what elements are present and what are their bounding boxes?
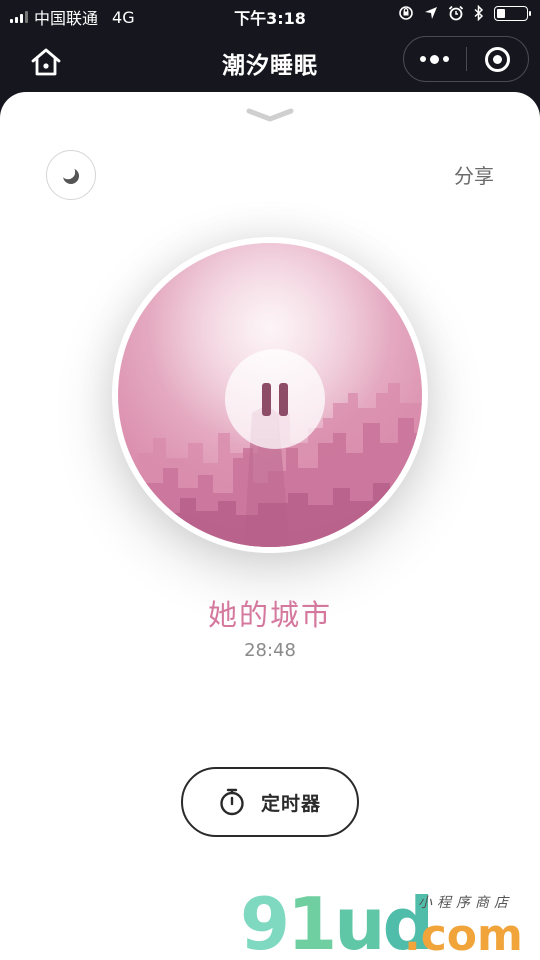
pause-icon [262,382,271,416]
more-button[interactable] [404,37,466,81]
bluetooth-icon [474,5,484,21]
track-title: 她的城市 [207,598,332,632]
pause-button[interactable] [225,349,325,449]
album-disc [112,237,428,553]
title-bar: 潮汐睡眠 [0,30,540,92]
battery-icon [494,5,531,21]
stopwatch-icon [220,788,244,816]
close-miniprogram-button[interactable] [467,37,529,81]
target-icon [484,46,510,72]
moon-icon [60,164,79,184]
timer-button[interactable]: 定时器 [181,767,359,837]
capsule-menu [403,36,529,82]
album-art [118,243,422,547]
timer-label: 定时器 [260,792,321,815]
location-icon [425,7,437,19]
watermark-domain: .com [404,910,523,960]
watermark-logo: 91ud [240,882,434,960]
orientation-lock-icon [399,6,413,20]
sleep-mode-button[interactable] [46,150,96,200]
player-sheet: 分享 她的城市 28:48 定时器 91ud .com 小程序商店 [0,92,540,960]
status-bar: 中国联通 4G 下午3:18 [0,0,540,30]
share-button[interactable]: 分享 [454,160,494,189]
alarm-icon [448,5,464,21]
chevron-down-icon[interactable] [246,106,294,124]
remaining-time: 28:48 [244,640,296,661]
watermark-subtitle: 小程序商店 [418,895,513,911]
